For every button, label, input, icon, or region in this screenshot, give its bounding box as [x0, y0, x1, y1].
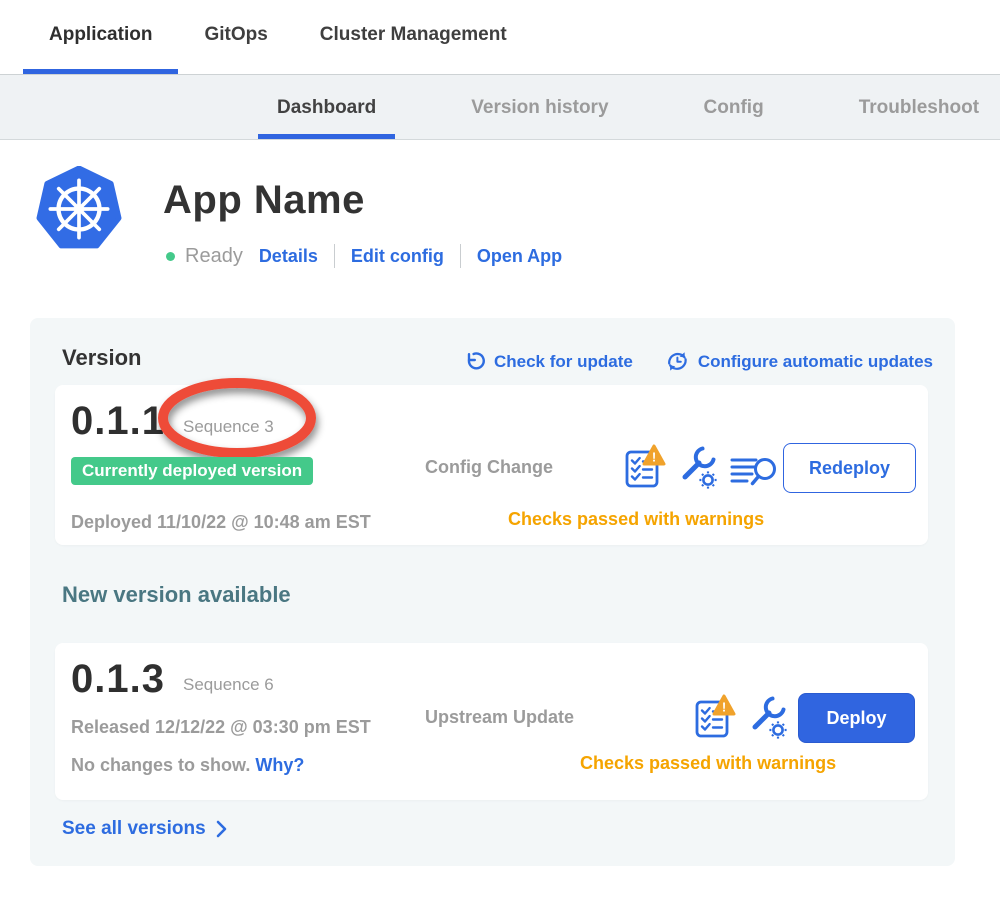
- new-version-heading: New version available: [62, 582, 291, 608]
- current-version-sequence: Sequence 3: [183, 417, 274, 437]
- config-wrench-icon[interactable]: [749, 695, 787, 739]
- top-nav: Application GitOps Cluster Management: [0, 0, 1000, 74]
- version-panel-actions: Check for update Configure automatic upd…: [464, 350, 933, 373]
- source-type-label: Config Change: [425, 457, 553, 478]
- current-version-number: 0.1.1: [71, 399, 165, 444]
- tab-gitops[interactable]: GitOps: [178, 0, 293, 74]
- tab-dashboard[interactable]: Dashboard: [258, 75, 395, 139]
- svg-text:!: !: [722, 700, 726, 715]
- chevron-right-icon: [216, 820, 227, 838]
- preflight-checks-warning-icon[interactable]: !: [695, 694, 736, 739]
- divider: [334, 244, 335, 268]
- tab-cluster-management[interactable]: Cluster Management: [294, 0, 533, 74]
- diff-summary-text: No changes to show.: [71, 755, 250, 775]
- clock-refresh-icon: [666, 350, 689, 373]
- version-action-icons: !: [625, 441, 778, 489]
- see-all-versions-link[interactable]: See all versions: [62, 818, 227, 840]
- version-action-icons: !: [695, 691, 787, 739]
- configure-automatic-updates-button[interactable]: Configure automatic updates: [666, 350, 933, 373]
- status-badge: Ready: [185, 245, 243, 268]
- redeploy-button[interactable]: Redeploy: [783, 443, 916, 493]
- version-panel-title: Version: [62, 345, 141, 371]
- details-link[interactable]: Details: [259, 246, 318, 267]
- app-sub-nav: Dashboard Version history Config Trouble…: [0, 74, 1000, 140]
- see-all-versions-label: See all versions: [62, 818, 206, 840]
- new-version-card: 0.1.3 Sequence 6 Released 12/12/22 @ 03:…: [55, 643, 928, 800]
- configure-automatic-updates-label: Configure automatic updates: [698, 352, 933, 372]
- preflight-checks-warning-icon[interactable]: !: [625, 444, 666, 489]
- divider: [460, 244, 461, 268]
- kubernetes-logo-icon: [36, 166, 122, 252]
- admin-console-screen: Application GitOps Cluster Management Da…: [0, 0, 1000, 898]
- preflight-status-text: Checks passed with warnings: [508, 509, 764, 530]
- open-app-link[interactable]: Open App: [477, 246, 562, 267]
- new-version-sequence: Sequence 6: [183, 675, 274, 695]
- tab-troubleshoot[interactable]: Troubleshoot: [840, 75, 998, 139]
- tab-config[interactable]: Config: [685, 75, 783, 139]
- preflight-status-text: Checks passed with warnings: [580, 753, 836, 774]
- config-wrench-icon[interactable]: [679, 445, 717, 489]
- edit-config-link[interactable]: Edit config: [351, 246, 444, 267]
- svg-text:!: !: [652, 450, 656, 465]
- version-panel: Version Check for update Configure autom…: [30, 318, 955, 866]
- released-timestamp: Released 12/12/22 @ 03:30 pm EST: [71, 717, 371, 738]
- currently-deployed-badge: Currently deployed version: [71, 457, 313, 485]
- why-link[interactable]: Why?: [255, 755, 304, 775]
- diff-summary: No changes to show. Why?: [71, 755, 304, 776]
- refresh-icon: [464, 351, 485, 372]
- deployed-timestamp: Deployed 11/10/22 @ 10:48 am EST: [71, 512, 371, 533]
- app-status-row: Ready Details Edit config Open App: [166, 242, 562, 270]
- check-for-update-button[interactable]: Check for update: [464, 350, 633, 373]
- source-type-label: Upstream Update: [425, 707, 574, 728]
- deploy-button[interactable]: Deploy: [798, 693, 915, 743]
- tab-version-history[interactable]: Version history: [452, 75, 627, 139]
- page-title: App Name: [163, 178, 365, 223]
- check-for-update-label: Check for update: [494, 352, 633, 372]
- release-notes-search-icon[interactable]: [730, 455, 778, 489]
- tab-application[interactable]: Application: [23, 0, 178, 74]
- new-version-number: 0.1.3: [71, 657, 165, 702]
- current-version-card: 0.1.1 Sequence 3 Currently deployed vers…: [55, 385, 928, 545]
- status-ready-dot: [166, 252, 175, 261]
